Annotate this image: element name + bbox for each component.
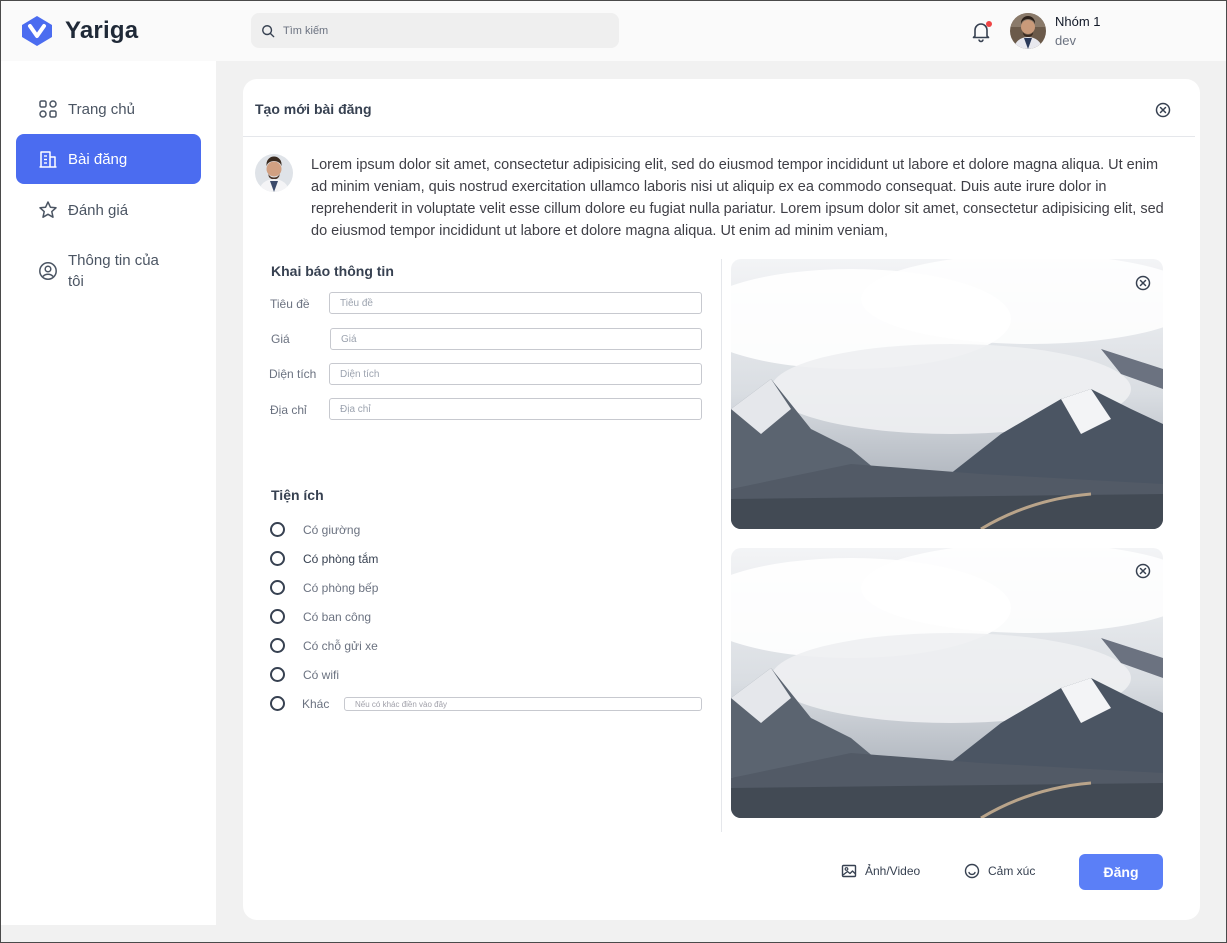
area-label: Diện tích: [269, 367, 317, 381]
info-section-title: Khai báo thông tin: [271, 263, 394, 279]
radio-button[interactable]: [270, 551, 285, 566]
amenity-label: Có wifi: [303, 667, 340, 682]
logo[interactable]: Yariga: [19, 14, 138, 48]
amenity-label: Khác: [302, 696, 330, 711]
mountain-image: [731, 259, 1163, 529]
star-icon: [39, 201, 57, 218]
user-circle-icon: [39, 262, 57, 280]
search-bar[interactable]: [251, 13, 619, 48]
sidebar-item-label: Trang chủ: [68, 100, 135, 118]
post-author-avatar: [255, 154, 293, 192]
area-input[interactable]: [329, 363, 702, 385]
dialog-title: Tạo mới bài đăng: [255, 101, 372, 117]
user-avatar[interactable]: [1010, 13, 1046, 49]
amenities-section-title: Tiện ích: [271, 487, 324, 503]
add-media-label: Ảnh/Video: [865, 864, 921, 878]
amenity-balcony[interactable]: Có ban công: [270, 609, 371, 624]
sidebar-item-trang-chu[interactable]: Trang chủ: [16, 84, 201, 134]
radio-button[interactable]: [270, 696, 285, 711]
amenity-label: Có phòng bếp: [303, 580, 379, 595]
mountain-image: [731, 548, 1163, 818]
user-name: Nhóm 1: [1055, 14, 1101, 29]
price-input[interactable]: [330, 328, 702, 350]
emotion-label: Cảm xúc: [988, 864, 1036, 878]
search-input[interactable]: [283, 24, 603, 37]
app-name: Yariga: [65, 17, 139, 44]
address-label: Địa chỉ: [270, 403, 307, 417]
amenity-wifi[interactable]: Có wifi: [270, 667, 339, 682]
post-text[interactable]: Lorem ipsum dolor sit amet, consectetur …: [311, 154, 1169, 242]
amenity-parking[interactable]: Có chỗ gửi xe: [270, 638, 378, 653]
amenity-label: Có ban công: [303, 609, 372, 624]
radio-button[interactable]: [270, 667, 285, 682]
dialog-divider: [243, 136, 1195, 137]
image-icon: [841, 864, 857, 878]
sidebar-item-label: Bài đăng: [68, 150, 128, 168]
building-icon: [39, 151, 57, 168]
uploaded-photo[interactable]: [731, 259, 1163, 529]
amenity-label: Có giường: [303, 522, 361, 537]
sidebar-item-bai-dang[interactable]: Bài đăng: [16, 134, 201, 184]
notification-dot: [986, 21, 992, 27]
smile-icon: [964, 863, 980, 879]
radio-button[interactable]: [270, 522, 285, 537]
close-dialog-icon[interactable]: [1155, 102, 1171, 118]
sidebar-item-label: Đánh giá: [68, 201, 129, 219]
amenity-other[interactable]: Khác: [270, 696, 329, 711]
grid-icon: [39, 100, 57, 118]
amenity-bathroom[interactable]: Có phòng tắm: [270, 551, 378, 566]
other-amenity-input[interactable]: [344, 697, 702, 711]
remove-photo-icon[interactable]: [1135, 275, 1151, 291]
uploaded-photo[interactable]: [731, 548, 1163, 818]
title-label: Tiêu đề: [270, 297, 310, 311]
radio-button[interactable]: [270, 580, 285, 595]
address-input[interactable]: [329, 398, 702, 420]
search-icon: [262, 24, 275, 37]
amenity-kitchen[interactable]: Có phòng bếp: [270, 580, 378, 595]
title-input[interactable]: [329, 292, 702, 314]
bottom-strip: [1, 925, 1226, 942]
logo-icon: [22, 16, 52, 46]
emotion-button[interactable]: Cảm xúc: [964, 863, 1035, 879]
sidebar-item-label: Thông tin của tôi: [68, 252, 159, 290]
radio-button[interactable]: [270, 609, 285, 624]
column-divider: [721, 259, 722, 832]
add-media-button[interactable]: Ảnh/Video: [841, 863, 920, 879]
remove-photo-icon[interactable]: [1135, 563, 1151, 579]
amenity-label: Có chỗ gửi xe: [303, 638, 378, 653]
price-label: Giá: [271, 332, 290, 346]
top-bar: Yariga Nhóm 1 dev: [1, 1, 1226, 61]
amenity-bed[interactable]: Có giường: [270, 522, 360, 537]
sidebar-item-thong-tin[interactable]: Thông tin của tôi: [16, 245, 201, 297]
user-role: dev: [1055, 33, 1076, 48]
radio-button[interactable]: [270, 638, 285, 653]
post-submit-button[interactable]: Đăng: [1079, 854, 1163, 890]
amenity-label: Có phòng tắm: [303, 551, 379, 566]
sidebar-item-danh-gia[interactable]: Đánh giá: [16, 185, 201, 235]
